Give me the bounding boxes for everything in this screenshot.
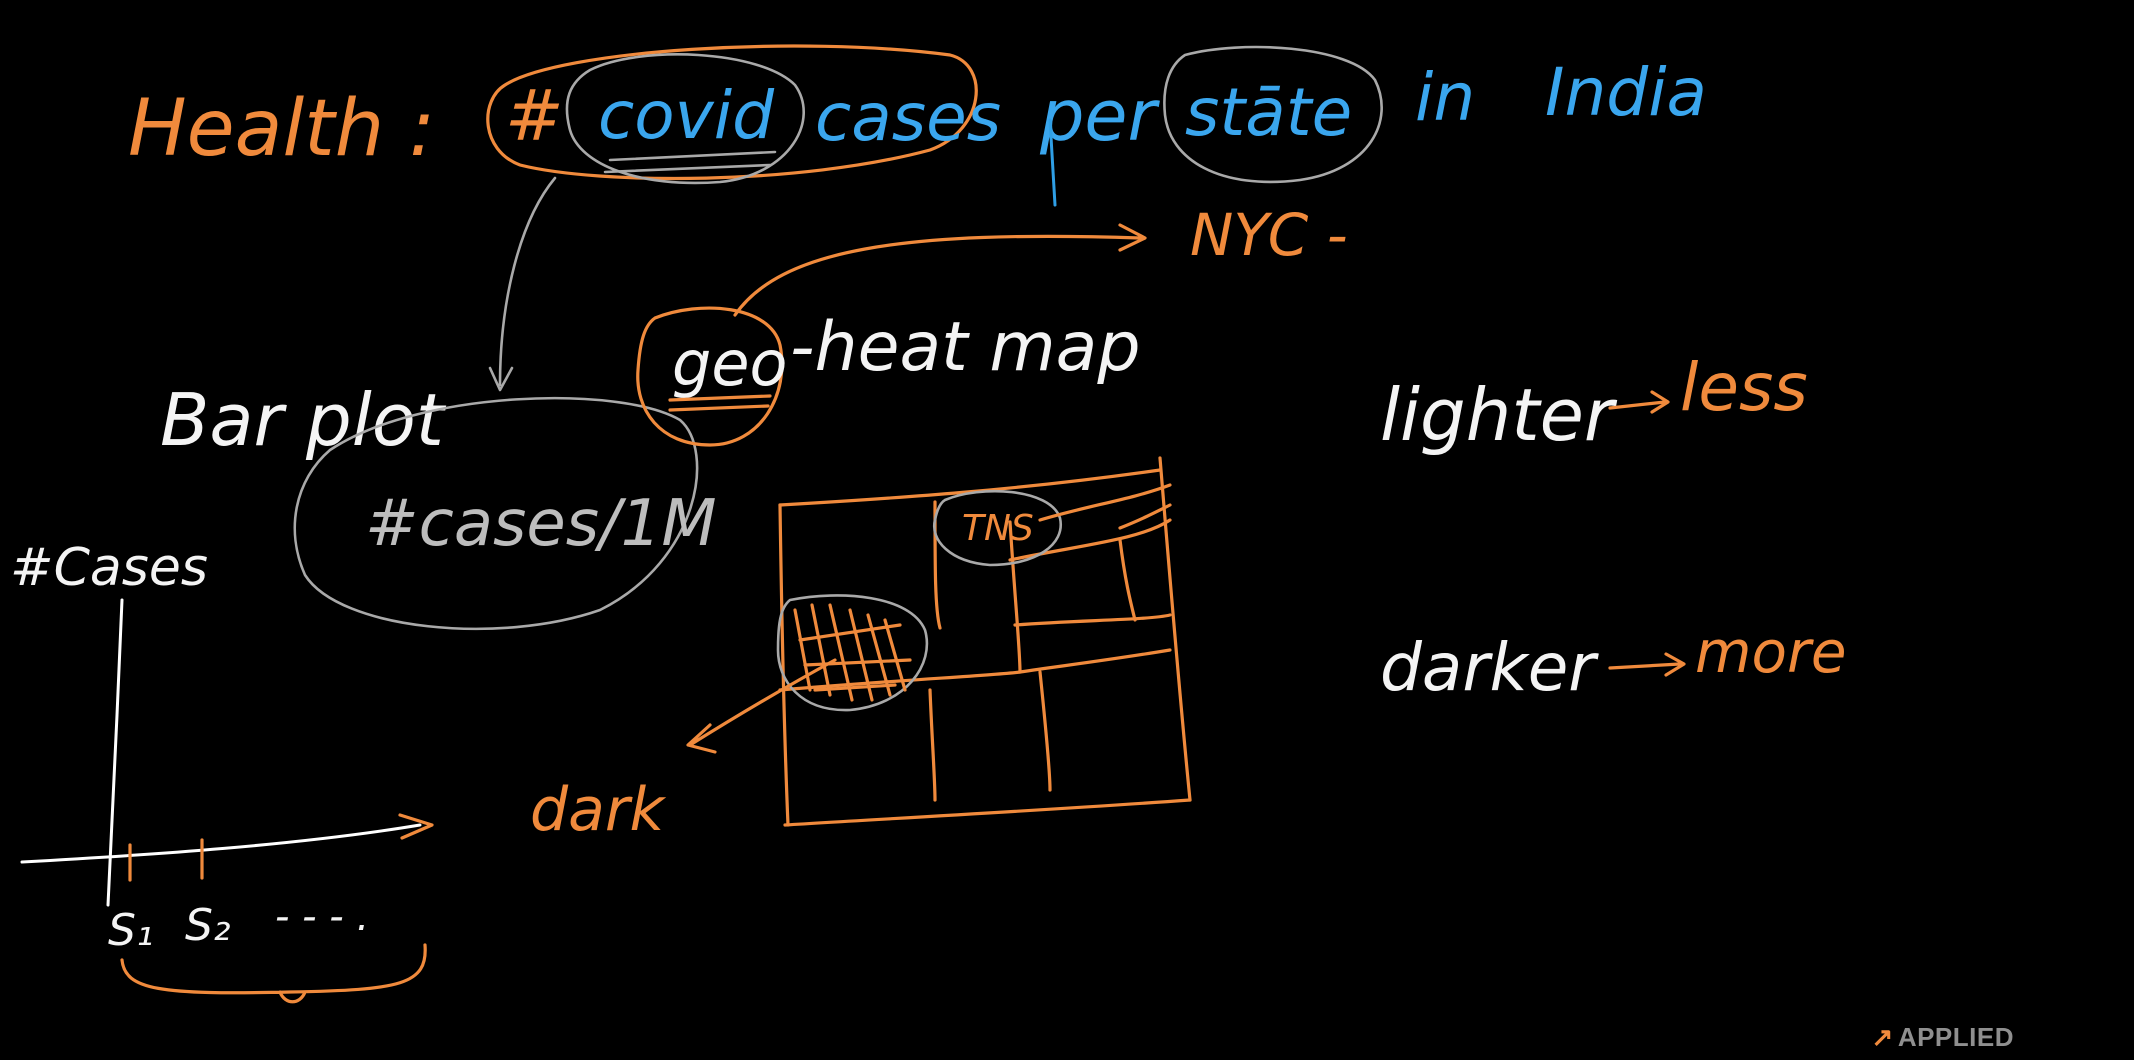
y-axis-label: #Cases xyxy=(10,538,208,598)
less-label: less xyxy=(1680,349,1808,426)
heat-map-label: -heat map xyxy=(790,308,1141,387)
lighter-label: lighter xyxy=(1380,373,1618,457)
word-india: India xyxy=(1545,54,1707,131)
states-brace xyxy=(120,943,427,1004)
logo-text: APPLIED xyxy=(1897,1022,2014,1052)
word-state: stāte xyxy=(1185,74,1352,151)
label-s1: S₁ xyxy=(108,905,154,956)
arrow-darker-more xyxy=(1608,652,1686,677)
hash-symbol: # xyxy=(505,75,564,157)
x-axis xyxy=(20,823,422,864)
applied-course-logo: ↗ APPLIED xyxy=(1872,1022,2014,1060)
word-in: in xyxy=(1415,59,1475,136)
health-label: Health : xyxy=(128,84,435,174)
geo-underline xyxy=(668,394,772,412)
orange-arrow-to-nyc xyxy=(733,223,1147,317)
arrow-lighter-less xyxy=(1608,390,1670,414)
gray-ellipse-dark-cell xyxy=(776,594,929,712)
label-ellipsis: - - - . xyxy=(275,894,369,940)
covid-underline xyxy=(603,150,777,174)
label-s2: S₂ xyxy=(185,900,231,951)
arrow-to-dark xyxy=(686,658,837,754)
nyc-label: NYC - xyxy=(1190,201,1348,269)
word-per: per xyxy=(1039,75,1161,157)
y-axis xyxy=(106,598,124,907)
gray-arrow-to-bar-plot xyxy=(488,176,557,392)
cases-per-million-label: #cases/1M xyxy=(365,487,717,561)
darker-label: darker xyxy=(1380,629,1599,706)
top-cell-label: TNS xyxy=(962,508,1034,549)
word-geo: geo xyxy=(672,327,787,400)
whiteboard-canvas: Health : # covid cases per stāte in Indi… xyxy=(10,44,1847,1004)
bar-plot-label: Bar plot xyxy=(160,378,447,462)
word-cases: cases xyxy=(815,79,1001,156)
word-covid: covid xyxy=(598,77,775,154)
more-label: more xyxy=(1695,618,1847,686)
arrow-logo-icon: ↗ xyxy=(1871,1022,1894,1052)
dark-label: dark xyxy=(530,775,667,845)
